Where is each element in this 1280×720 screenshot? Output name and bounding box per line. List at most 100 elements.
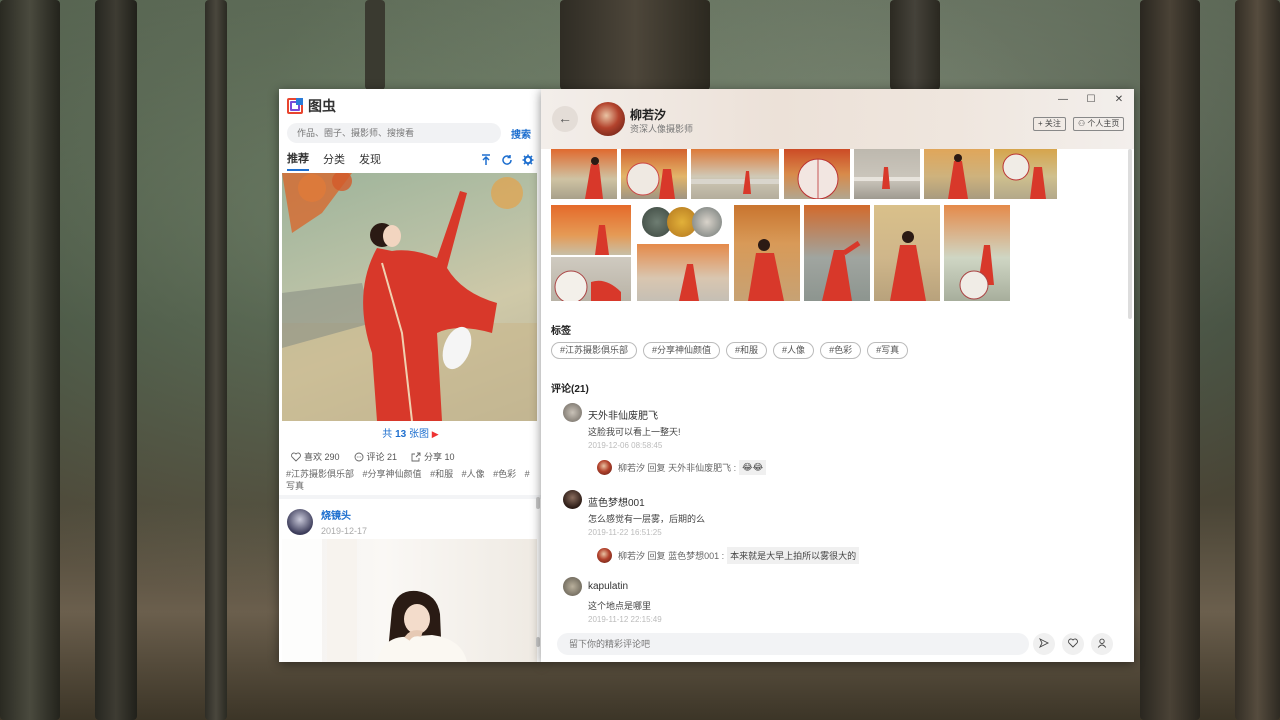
- like-count: 喜欢 290: [304, 452, 340, 462]
- reply-target: 天外非仙废肥飞 :: [668, 463, 737, 473]
- comment-text: 怎么感觉有一层雾，后期的么: [588, 514, 706, 524]
- tag-chip[interactable]: #色彩: [820, 342, 862, 359]
- gallery-thumbnail[interactable]: [691, 149, 779, 199]
- commenter-name[interactable]: 天外非仙废肥飞: [588, 407, 658, 422]
- avatar[interactable]: [591, 102, 625, 136]
- gallery-thumbnail[interactable]: [551, 149, 617, 199]
- gallery-thumbnail[interactable]: [784, 149, 850, 199]
- app-logo-icon: [287, 98, 303, 114]
- commenter-name[interactable]: 蓝色梦想001: [588, 494, 645, 509]
- photo-count-suffix: 张图: [408, 429, 429, 440]
- feed-window: 图虫 作品、圈子、摄影师、搜搜看 搜索 推荐 分类 发现 共 13 张图 ▶ 喜…: [279, 89, 542, 662]
- reply-text: 😂😂: [739, 460, 767, 475]
- photo-count-link[interactable]: 共 13 张图 ▶: [279, 425, 542, 440]
- user-icon: [1097, 639, 1107, 649]
- feed-nav: 推荐 分类 发现: [279, 146, 542, 174]
- send-button[interactable]: [1033, 633, 1055, 655]
- detail-header: ← 柳若汐 资深人像摄影师 — ☐ ✕ + 关注 ⚇ 个人主页: [541, 89, 1134, 149]
- maximize-button[interactable]: ☐: [1086, 94, 1096, 105]
- profile-home-button[interactable]: ⚇ 个人主页: [1073, 117, 1125, 131]
- comment-text: 这脸我可以看上一整天!: [588, 427, 681, 437]
- gallery-thumbnail[interactable]: [804, 205, 870, 301]
- gallery-thumbnail[interactable]: [551, 205, 631, 255]
- search-input[interactable]: 作品、圈子、摄影师、搜搜看: [287, 123, 501, 143]
- arrow-left-icon: ←: [558, 110, 572, 126]
- avatar[interactable]: [563, 403, 582, 422]
- gallery-thumbnail[interactable]: [692, 207, 722, 237]
- back-button[interactable]: ←: [552, 106, 578, 132]
- gallery-thumbnail[interactable]: [854, 149, 920, 199]
- share-count: 分享 10: [424, 452, 455, 462]
- tag-chip[interactable]: #人像: [773, 342, 815, 359]
- search-bar: 作品、圈子、摄影师、搜搜看 搜索: [279, 123, 542, 143]
- post-tag[interactable]: #江苏摄影俱乐部: [286, 469, 354, 479]
- gallery-thumbnail[interactable]: [551, 257, 631, 301]
- next-post-author[interactable]: 烧镜头 2019-12-17: [287, 507, 367, 536]
- comment-reply: 柳若汐 回复 蓝色梦想001 : 本来就是大早上拍所以雾很大的: [597, 547, 860, 564]
- avatar[interactable]: [597, 548, 612, 563]
- close-button[interactable]: ✕: [1114, 94, 1124, 105]
- window-controls: — ☐ ✕: [1058, 94, 1124, 105]
- app-name: 图虫: [308, 98, 336, 114]
- tag-chip[interactable]: #和服: [726, 342, 768, 359]
- minimize-button[interactable]: —: [1058, 94, 1068, 105]
- reply-author[interactable]: 柳若汐: [618, 461, 645, 474]
- tag-list: #江苏摄影俱乐部 #分享神仙颜值 #和服 #人像 #色彩 #写真: [551, 342, 909, 359]
- scrollbar-thumb-lower[interactable]: [536, 637, 540, 647]
- comment-action[interactable]: 评论 21: [354, 450, 397, 463]
- photographer-name[interactable]: 柳若汐: [630, 106, 666, 123]
- post-divider: [279, 495, 542, 499]
- comment-time: 2019-12-06 08:58:45: [588, 441, 663, 450]
- tag-chip[interactable]: #分享神仙颜值: [643, 342, 721, 359]
- profile-home-label: 个人主页: [1087, 119, 1120, 128]
- author-name[interactable]: 烧镜头: [321, 507, 367, 522]
- gallery-thumbnail[interactable]: [924, 149, 990, 199]
- profile-button[interactable]: [1091, 633, 1113, 655]
- post-tag[interactable]: #分享神仙颜值: [363, 469, 422, 479]
- comment-input[interactable]: 留下你的精彩评论吧: [557, 633, 1029, 655]
- gallery-thumbnail[interactable]: [637, 244, 729, 301]
- tab-recommend[interactable]: 推荐: [287, 150, 309, 171]
- comments-heading: 评论(21): [551, 384, 589, 395]
- tag-chip[interactable]: #写真: [867, 342, 909, 359]
- reply-word: 回复: [647, 551, 666, 561]
- post-tags: #江苏摄影俱乐部 #分享神仙颜值 #和服 #人像 #色彩 #写真: [286, 468, 534, 492]
- tab-discover[interactable]: 发现: [359, 151, 381, 170]
- gallery-thumbnail[interactable]: [621, 149, 687, 199]
- tag-chip[interactable]: #江苏摄影俱乐部: [551, 342, 638, 359]
- featured-photo[interactable]: [282, 173, 537, 421]
- photo-count-prefix: 共: [382, 429, 393, 440]
- scrollbar-thumb[interactable]: [1128, 149, 1132, 319]
- commenter-name[interactable]: kapulatin: [588, 581, 628, 592]
- refresh-icon[interactable]: [500, 154, 513, 167]
- gallery-thumbnail[interactable]: [734, 205, 800, 301]
- post-tag[interactable]: #人像: [462, 469, 485, 479]
- next-post-photo[interactable]: [282, 539, 537, 662]
- comment-bubble-icon: [354, 452, 363, 461]
- scrollbar-thumb[interactable]: [536, 497, 540, 509]
- search-button[interactable]: 搜索: [511, 126, 531, 141]
- follow-button[interactable]: + 关注: [1033, 117, 1066, 131]
- share-action[interactable]: 分享 10: [411, 450, 455, 463]
- post-tag[interactable]: #和服: [430, 469, 453, 479]
- gallery-thumbnail[interactable]: [944, 205, 1010, 301]
- avatar[interactable]: [597, 460, 612, 475]
- reply-word: 回复: [647, 463, 666, 473]
- gallery-thumbnail[interactable]: [874, 205, 940, 301]
- like-action[interactable]: 喜欢 290: [291, 450, 340, 463]
- app-header: 图虫: [279, 89, 542, 123]
- comment-time: 2019-11-12 22:15:49: [588, 615, 662, 624]
- avatar[interactable]: [563, 577, 582, 596]
- photo-count-number: 13: [395, 429, 407, 440]
- post-tag[interactable]: #色彩: [493, 469, 516, 479]
- settings-gear-icon[interactable]: [521, 154, 534, 167]
- gallery-thumbnail[interactable]: [994, 149, 1057, 199]
- avatar[interactable]: [563, 490, 582, 509]
- reply-author[interactable]: 柳若汐: [618, 549, 645, 562]
- comment-bar: 留下你的精彩评论吧: [541, 629, 1134, 662]
- like-button[interactable]: [1062, 633, 1084, 655]
- comment-time: 2019-11-22 16:51:25: [588, 528, 662, 537]
- upload-icon[interactable]: [479, 153, 492, 167]
- tab-category[interactable]: 分类: [323, 151, 345, 170]
- avatar[interactable]: [287, 508, 313, 535]
